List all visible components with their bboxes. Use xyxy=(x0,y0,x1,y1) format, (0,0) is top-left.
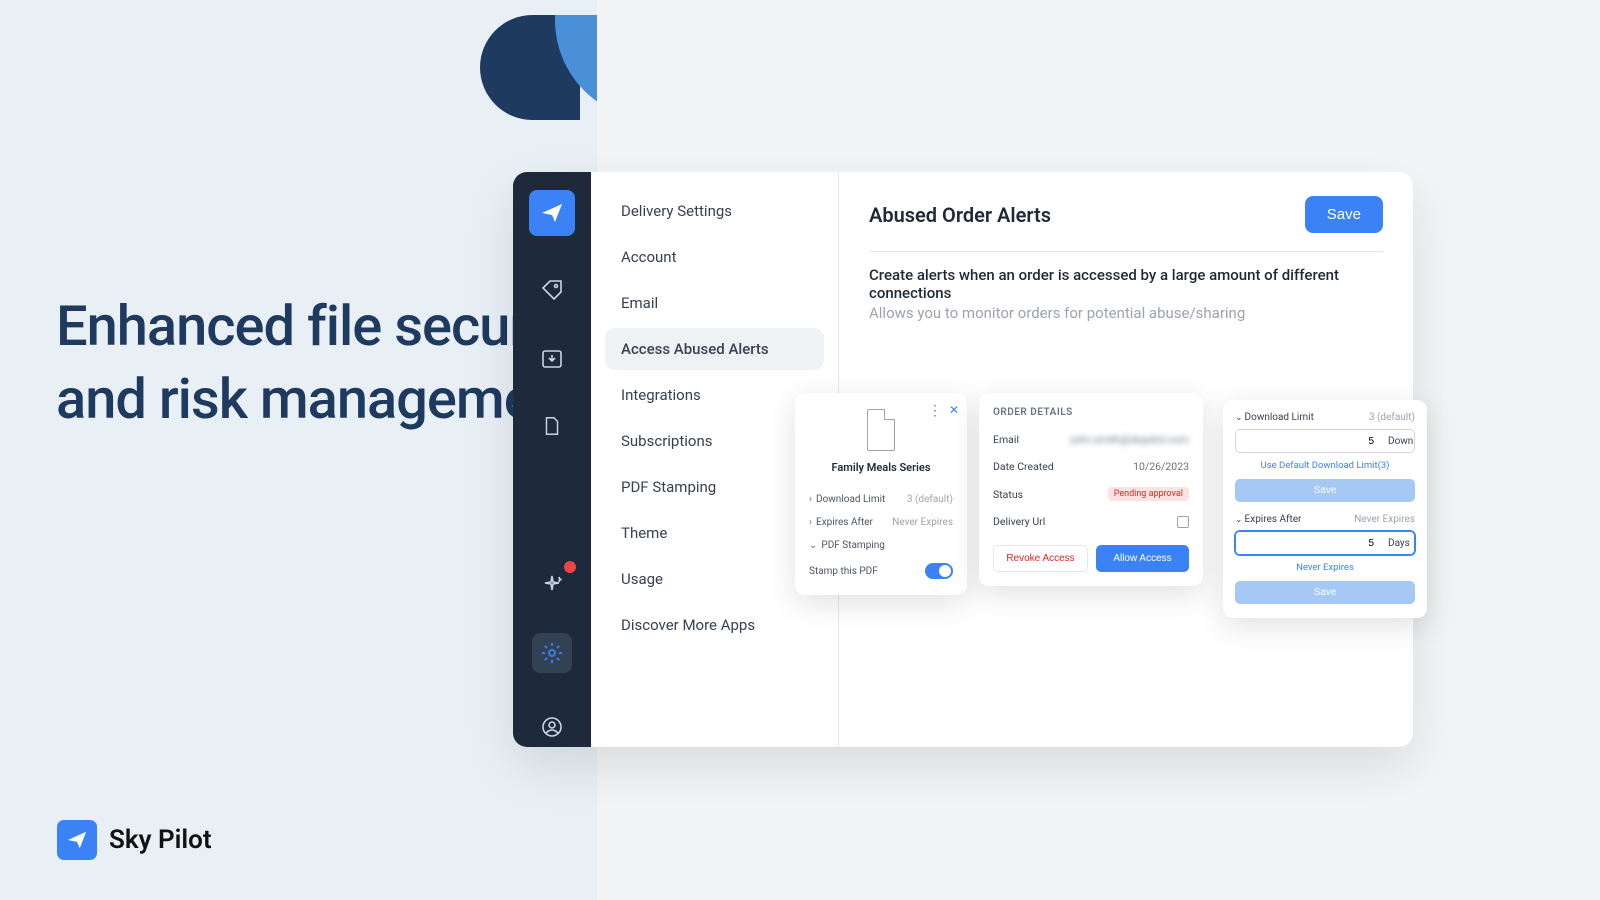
menu-email[interactable]: Email xyxy=(605,282,824,324)
product-card: ⋮ ✕ Family Meals Series ›Download Limit … xyxy=(795,393,967,595)
copy-icon[interactable] xyxy=(1177,516,1189,528)
marketing-panel: Enhanced file security and risk manageme… xyxy=(0,0,597,900)
never-expires-link[interactable]: Never Expires xyxy=(1235,562,1415,573)
content-description: Create alerts when an order is accessed … xyxy=(869,266,1383,302)
expires-after-header[interactable]: ⌄Expires After Never Expires xyxy=(1235,514,1415,525)
expires-after-row[interactable]: ›Expires After Never Expires xyxy=(809,511,953,534)
expires-unit: Days xyxy=(1380,532,1415,554)
menu-integrations[interactable]: Integrations xyxy=(605,374,824,416)
menu-account[interactable]: Account xyxy=(605,236,824,278)
app-logo[interactable] xyxy=(529,190,575,236)
brand: Sky Pilot xyxy=(57,820,212,860)
order-card-title: ORDER DETAILS xyxy=(993,407,1189,418)
menu-discover-more-apps[interactable]: Discover More Apps xyxy=(605,604,824,646)
chevron-right-icon: › xyxy=(809,494,812,505)
stamp-this-pdf-row: Stamp this PDF xyxy=(809,557,953,585)
more-icon[interactable]: ⋮ xyxy=(928,403,943,419)
account-icon[interactable] xyxy=(532,707,572,747)
download-limit-header[interactable]: ⌄Download Limit 3 (default) xyxy=(1235,412,1415,423)
status-badge: Pending approval xyxy=(1108,487,1189,501)
chevron-right-icon: › xyxy=(809,517,812,528)
content-subtext: Allows you to monitor orders for potenti… xyxy=(869,304,1383,322)
download-unit: Downloads xyxy=(1380,430,1415,452)
brand-name: Sky Pilot xyxy=(109,825,212,855)
limits-card: ⌄Download Limit 3 (default) Downloads Us… xyxy=(1223,400,1427,618)
menu-access-abused-alerts[interactable]: Access Abused Alerts xyxy=(605,328,824,370)
download-limit-input[interactable] xyxy=(1236,430,1380,452)
stamp-toggle[interactable] xyxy=(925,563,953,579)
product-title: Family Meals Series xyxy=(809,461,953,474)
order-date-row: Date Created 10/26/2023 xyxy=(993,453,1189,480)
save-button[interactable]: Save xyxy=(1305,196,1383,233)
settings-icon[interactable] xyxy=(532,633,572,673)
revoke-access-button[interactable]: Revoke Access xyxy=(993,545,1088,572)
save-download-limit-button[interactable]: Save xyxy=(1235,479,1415,502)
file-icon[interactable] xyxy=(532,406,572,446)
order-details-card: ORDER DETAILS Email john.smith@skypilot.… xyxy=(979,393,1203,586)
close-icon[interactable]: ✕ xyxy=(949,403,959,417)
sparkles-icon[interactable] xyxy=(532,565,572,605)
pdf-stamping-row[interactable]: ⌄PDF Stamping xyxy=(809,534,953,557)
order-email-row: Email john.smith@skypilot.com xyxy=(993,426,1189,453)
expires-after-input[interactable] xyxy=(1236,532,1380,554)
content-header: Abused Order Alerts Save xyxy=(869,196,1383,252)
menu-subscriptions[interactable]: Subscriptions xyxy=(605,420,824,462)
download-icon[interactable] xyxy=(532,338,572,378)
download-limit-row[interactable]: ›Download Limit 3 (default) xyxy=(809,488,953,511)
file-icon xyxy=(867,409,895,451)
expires-after-input-group: Days xyxy=(1235,531,1415,555)
menu-pdf-stamping[interactable]: PDF Stamping xyxy=(605,466,824,508)
menu-delivery-settings[interactable]: Delivery Settings xyxy=(605,190,824,232)
use-default-limit-link[interactable]: Use Default Download Limit(3) xyxy=(1235,460,1415,471)
page-title: Abused Order Alerts xyxy=(869,203,1051,227)
chevron-down-icon: ⌄ xyxy=(1235,413,1243,423)
order-delivery-row: Delivery Url xyxy=(993,508,1189,535)
tag-icon[interactable] xyxy=(532,270,572,310)
chevron-down-icon: ⌄ xyxy=(1235,515,1243,525)
menu-usage[interactable]: Usage xyxy=(605,558,824,600)
menu-theme[interactable]: Theme xyxy=(605,512,824,554)
order-status-row: Status Pending approval xyxy=(993,480,1189,508)
brand-logo xyxy=(57,820,97,860)
notification-dot xyxy=(564,561,576,573)
chevron-down-icon: ⌄ xyxy=(809,540,817,551)
icon-rail xyxy=(513,172,591,747)
save-expires-button[interactable]: Save xyxy=(1235,581,1415,604)
allow-access-button[interactable]: Allow Access xyxy=(1096,545,1189,572)
download-limit-input-group: Downloads xyxy=(1235,429,1415,453)
app-preview: Delivery Settings Account Email Access A… xyxy=(597,0,1600,900)
order-actions: Revoke Access Allow Access xyxy=(993,545,1189,572)
